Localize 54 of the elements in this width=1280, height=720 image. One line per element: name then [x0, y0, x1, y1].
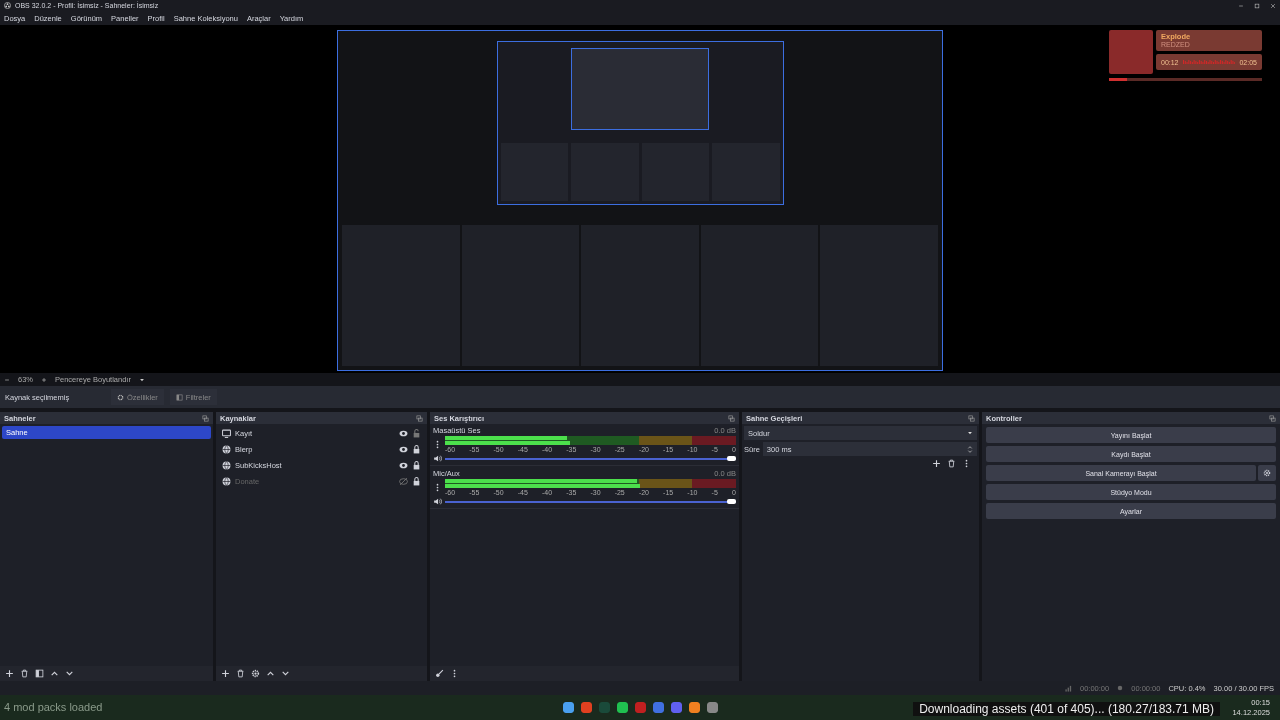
dropdown-caret-icon	[967, 430, 973, 436]
record-icon[interactable]	[1117, 685, 1124, 691]
waveform-drawing	[1182, 59, 1236, 65]
app-icon[interactable]	[652, 702, 664, 713]
filter-icon[interactable]	[35, 669, 44, 678]
lock-icon[interactable]	[412, 445, 421, 454]
spinner-arrows-icon[interactable]	[967, 444, 973, 454]
speaker-icon[interactable]	[433, 497, 442, 506]
app-icon[interactable]	[616, 702, 628, 713]
eye-icon[interactable]	[399, 461, 408, 470]
monitor-icon[interactable]	[222, 429, 231, 438]
undock-icon[interactable]	[968, 414, 975, 422]
zoom-in-icon[interactable]	[41, 376, 47, 383]
app-icon[interactable]	[706, 702, 718, 713]
volume-slider[interactable]	[445, 454, 736, 463]
delete-icon[interactable]	[236, 669, 245, 678]
signal-icon[interactable]	[1065, 684, 1072, 692]
undock-icon[interactable]	[728, 414, 735, 422]
maximize-icon[interactable]	[1254, 2, 1260, 9]
undock-icon[interactable]	[1269, 414, 1276, 422]
mod-status-text: 4 mod packs loaded	[4, 701, 103, 713]
app-logo-icon[interactable]	[4, 2, 11, 9]
undock-icon[interactable]	[416, 414, 423, 422]
app-icon[interactable]	[580, 702, 592, 713]
lock-icon[interactable]	[412, 477, 421, 486]
mixer-settings-icon[interactable]	[435, 669, 444, 678]
download-progress-text: Downloading assets (401 of 405)... (180.27/183.71 MB)	[913, 702, 1220, 716]
gear-icon	[117, 393, 124, 401]
eye-icon[interactable]	[399, 429, 408, 438]
delete-icon[interactable]	[20, 669, 29, 678]
volume-slider[interactable]	[445, 497, 736, 506]
settings-button[interactable]	[1258, 465, 1276, 481]
lock-icon[interactable]	[412, 461, 421, 470]
close-icon[interactable]	[1270, 2, 1276, 9]
globe-icon[interactable]	[222, 445, 231, 454]
filter-icon	[175, 393, 183, 401]
eye-icon[interactable]	[399, 445, 408, 454]
album-art-placeholder	[1109, 30, 1153, 74]
app-icon[interactable]	[688, 702, 700, 713]
add-icon[interactable]	[932, 459, 941, 468]
delete-icon[interactable]	[947, 459, 956, 468]
unlock-icon[interactable]	[412, 429, 421, 438]
undock-icon[interactable]	[202, 414, 209, 422]
globe-icon[interactable]	[222, 477, 231, 486]
gear-icon	[1263, 469, 1271, 477]
globe-icon[interactable]	[222, 461, 231, 470]
dropdown-caret-icon[interactable]	[138, 376, 145, 383]
app-icon[interactable]	[562, 702, 574, 713]
properties-icon[interactable]	[251, 669, 260, 678]
add-icon[interactable]	[5, 669, 14, 678]
hidden-eye-icon[interactable]	[399, 477, 408, 486]
app-icon[interactable]	[670, 702, 682, 713]
speaker-icon[interactable]	[433, 454, 442, 463]
add-icon[interactable]	[221, 669, 230, 678]
